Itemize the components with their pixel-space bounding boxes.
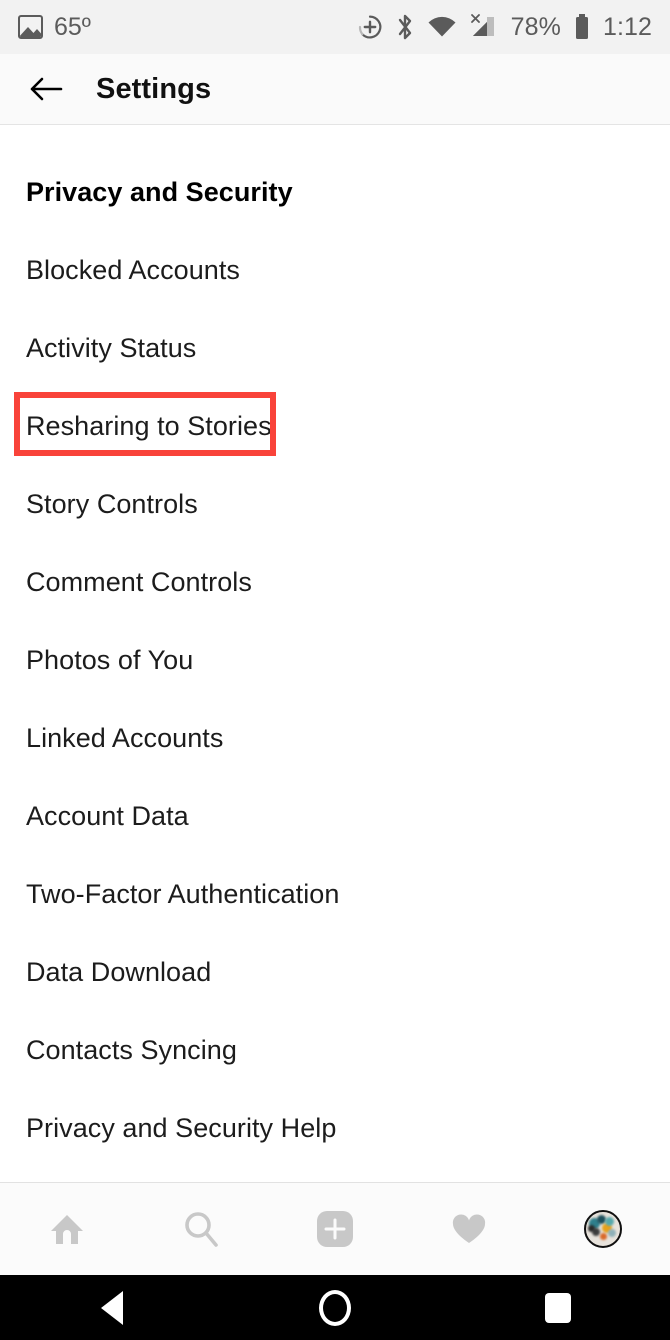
tab-add-post[interactable]	[268, 1183, 402, 1275]
photo-icon	[18, 15, 43, 39]
settings-item-label: Story Controls	[26, 488, 198, 519]
settings-item-label: Privacy and Security	[26, 176, 293, 207]
settings-item-label: Blocked Accounts	[26, 254, 240, 285]
app-header: Settings	[0, 54, 670, 125]
settings-list: Privacy and Security Blocked Accounts Acti…	[0, 126, 670, 1167]
heart-activity-icon	[447, 1207, 491, 1251]
home-circle-icon	[318, 1289, 351, 1326]
settings-list-item[interactable]: Resharing to Stories	[0, 387, 670, 465]
settings-list-item[interactable]: Comment Controls	[0, 543, 670, 621]
tab-search[interactable]	[134, 1183, 268, 1275]
settings-list-item[interactable]: Account Data	[0, 777, 670, 855]
wifi-icon	[427, 15, 457, 39]
settings-item-label: Comment Controls	[26, 566, 252, 597]
bottom-tab-bar	[0, 1182, 670, 1275]
settings-list-item[interactable]: Blocked Accounts	[0, 231, 670, 309]
settings-list-item[interactable]: Story Controls	[0, 465, 670, 543]
add-post-icon	[312, 1206, 358, 1252]
android-recents-button[interactable]	[447, 1292, 670, 1323]
settings-list-item[interactable]: Contacts Syncing	[0, 1011, 670, 1089]
tab-profile[interactable]	[536, 1183, 670, 1275]
settings-section-header: Privacy and Security	[0, 153, 670, 231]
back-triangle-icon	[100, 1290, 123, 1325]
settings-item-label: Two-Factor Authentication	[26, 878, 340, 909]
recents-square-icon	[545, 1292, 572, 1323]
android-back-button[interactable]	[0, 1290, 223, 1325]
weather-temperature: 65º	[54, 12, 91, 41]
search-icon	[179, 1207, 223, 1251]
settings-list-item[interactable]: Privacy and Security Help	[0, 1089, 670, 1167]
settings-item-label: Account Data	[26, 800, 189, 831]
home-icon	[45, 1207, 89, 1251]
settings-scroll-area[interactable]: Privacy and Security Blocked Accounts Acti…	[0, 126, 670, 1182]
android-home-button[interactable]	[223, 1289, 446, 1326]
settings-item-label: Data Download	[26, 956, 212, 987]
settings-item-label: Contacts Syncing	[26, 1034, 237, 1065]
settings-item-label: Resharing to Stories	[26, 410, 272, 441]
settings-list-item[interactable]: Activity Status	[0, 309, 670, 387]
settings-list-item[interactable]: Linked Accounts	[0, 699, 670, 777]
status-bar: 65º 78% 1:12	[0, 0, 670, 54]
settings-list-item[interactable]: Two-Factor Authentication	[0, 855, 670, 933]
tab-activity[interactable]	[402, 1183, 536, 1275]
status-bar-left: 65º	[18, 13, 91, 42]
settings-item-label: Linked Accounts	[26, 722, 224, 753]
bluetooth-icon	[396, 13, 414, 41]
back-arrow-icon[interactable]	[26, 69, 66, 109]
profile-avatar	[584, 1210, 622, 1248]
status-bar-right: 78% 1:12	[357, 13, 652, 42]
clock-time: 1:12	[602, 12, 652, 41]
settings-list-item[interactable]: Data Download	[0, 933, 670, 1011]
page-title: Settings	[96, 72, 212, 105]
settings-item-label: Photos of You	[26, 644, 194, 675]
settings-item-label: Privacy and Security Help	[26, 1112, 337, 1143]
tab-home[interactable]	[0, 1183, 134, 1275]
dnd-plus-icon	[357, 14, 383, 40]
battery-percent: 78%	[510, 12, 561, 41]
settings-list-item[interactable]: Photos of You	[0, 621, 670, 699]
android-nav-bar	[0, 1275, 670, 1340]
cellular-no-sim-icon	[470, 14, 498, 40]
battery-icon	[574, 13, 590, 41]
settings-item-label: Activity Status	[26, 332, 197, 363]
